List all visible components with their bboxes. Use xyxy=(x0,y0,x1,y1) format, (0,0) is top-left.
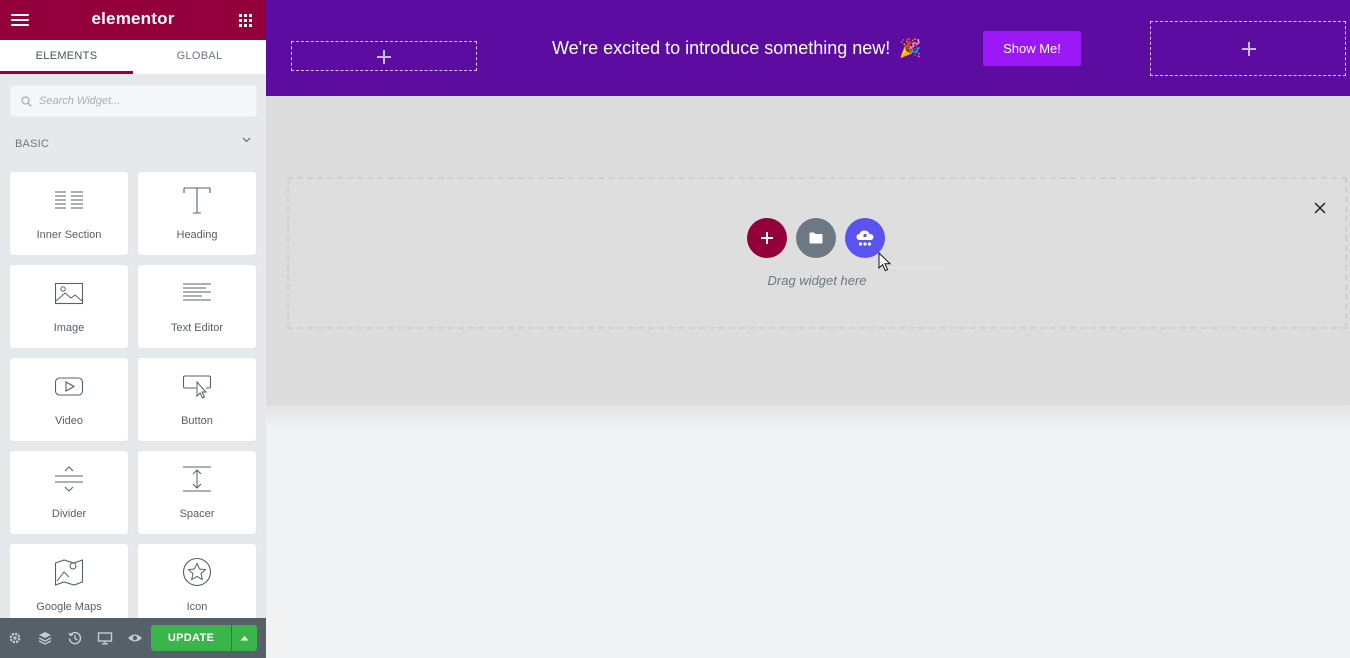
widget-icon[interactable]: Icon xyxy=(138,544,256,627)
divider-icon xyxy=(55,466,83,492)
announcement-banner: We're excited to introduce something new… xyxy=(266,0,1350,96)
folder-icon xyxy=(809,232,823,244)
template-library-button[interactable] xyxy=(796,218,836,258)
caret-up-icon xyxy=(240,636,249,641)
widget-button[interactable]: Button xyxy=(138,358,256,441)
banner-message: We're excited to introduce something new… xyxy=(552,38,922,59)
widget-label: Inner Section xyxy=(36,229,102,241)
widget-label: Video xyxy=(55,415,83,427)
video-icon xyxy=(54,377,84,396)
widget-spacer[interactable]: Spacer xyxy=(138,451,256,534)
empty-column-left[interactable] xyxy=(291,41,477,71)
search-widget-input[interactable] xyxy=(39,86,249,116)
star-icon xyxy=(182,557,212,587)
text-editor-icon xyxy=(183,283,211,301)
add-section-dropzone[interactable]: Drag widget here xyxy=(287,177,1347,329)
widgets-grid-icon[interactable] xyxy=(239,14,252,27)
widget-video[interactable]: Video xyxy=(10,358,128,441)
widget-divider[interactable]: Divider xyxy=(10,451,128,534)
plus-icon xyxy=(377,50,391,64)
drag-widget-hint: Drag widget here xyxy=(767,273,867,288)
update-button[interactable]: UPDATE xyxy=(151,625,231,651)
inner-section-icon xyxy=(55,191,83,209)
close-icon[interactable] xyxy=(1313,201,1327,215)
widget-label: Button xyxy=(181,415,213,427)
widget-inner-section[interactable]: Inner Section xyxy=(10,172,128,255)
plus-icon xyxy=(1242,42,1256,56)
button-icon xyxy=(182,375,212,399)
widget-label: Divider xyxy=(51,508,87,520)
show-me-button[interactable]: Show Me! xyxy=(983,31,1081,66)
heading-icon xyxy=(183,187,211,214)
widget-label: Text Editor xyxy=(171,322,223,334)
empty-column-right[interactable] xyxy=(1150,21,1346,76)
history-icon[interactable] xyxy=(67,630,83,646)
image-icon xyxy=(54,282,84,305)
tab-elements[interactable]: ELEMENTS xyxy=(0,40,133,74)
mouse-cursor-icon xyxy=(878,252,892,272)
widget-label: Icon xyxy=(186,601,208,613)
banner-text: We're excited to introduce something new… xyxy=(552,38,891,58)
spacer-icon xyxy=(183,466,211,492)
plus-icon xyxy=(761,232,773,244)
tab-global[interactable]: GLOBAL xyxy=(133,40,266,74)
add-new-section-button[interactable] xyxy=(747,218,787,258)
widget-google-maps[interactable]: Google Maps xyxy=(10,544,128,627)
widget-text-editor[interactable]: Text Editor xyxy=(138,265,256,348)
widget-label: Heading xyxy=(176,229,218,241)
ai-cloud-icon xyxy=(856,230,874,246)
category-basic-header[interactable]: BASIC xyxy=(15,134,255,150)
widget-label: Google Maps xyxy=(36,601,102,613)
editor-panel: elementor ELEMENTS GLOBAL BASIC Inner Se… xyxy=(0,0,266,658)
preview-canvas: We're excited to introduce something new… xyxy=(266,0,1350,658)
update-options-button[interactable] xyxy=(232,625,257,651)
settings-icon[interactable] xyxy=(7,630,23,646)
content-area-fade xyxy=(266,405,1350,429)
party-popper-icon: 🎉 xyxy=(899,38,922,58)
panel-tabs: ELEMENTS GLOBAL xyxy=(0,40,266,74)
category-label: BASIC xyxy=(15,138,50,150)
google-maps-icon xyxy=(54,559,84,586)
preview-icon[interactable] xyxy=(127,630,143,646)
chevron-down-icon xyxy=(242,137,251,143)
widget-label: Image xyxy=(53,322,85,334)
widget-label: Spacer xyxy=(179,508,215,520)
widget-heading[interactable]: Heading xyxy=(138,172,256,255)
navigator-icon[interactable] xyxy=(37,630,53,646)
elementor-logo: elementor xyxy=(91,9,175,28)
widget-image[interactable]: Image xyxy=(10,265,128,348)
panel-header: elementor xyxy=(0,0,266,40)
hint-divider xyxy=(887,267,947,268)
responsive-icon[interactable] xyxy=(97,630,113,646)
search-box xyxy=(10,85,257,117)
search-icon xyxy=(21,96,32,107)
